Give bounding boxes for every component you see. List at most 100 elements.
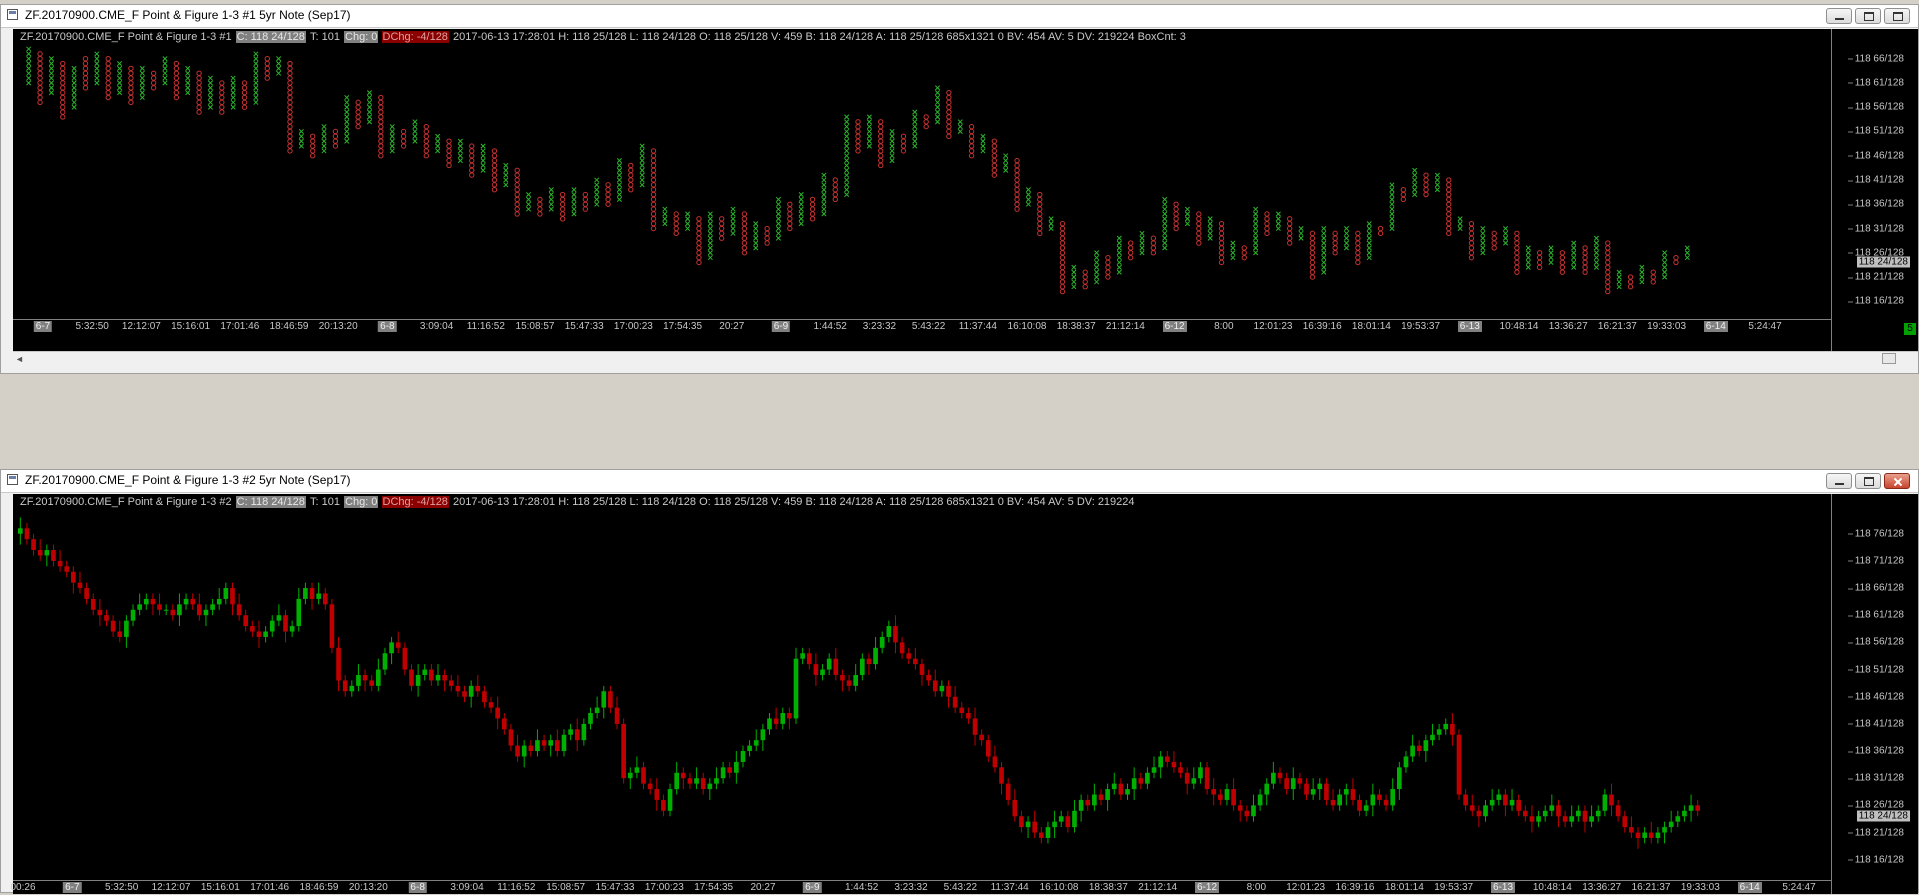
candle	[727, 761, 733, 779]
pnf-o-box	[37, 99, 43, 106]
pnf-x-box	[1321, 245, 1327, 251]
pnf-o-box	[1446, 220, 1452, 227]
pnf-x-box	[276, 61, 282, 67]
candle	[1642, 827, 1647, 844]
pnf-o-box	[241, 85, 248, 91]
maximize-button[interactable]	[1884, 8, 1910, 24]
pnf-o-box	[82, 85, 89, 91]
pnf-x-box	[548, 206, 554, 212]
pnf-o-column	[150, 70, 157, 91]
pnf-x-box	[1503, 225, 1509, 232]
pnf-o-box	[310, 148, 316, 154]
pnf-o-box	[491, 182, 498, 188]
chart-area[interactable]: ZF.20170900.CME_F Point & Figure 1-3 #2 …	[10, 494, 1918, 894]
pnf-o-box	[1264, 225, 1270, 232]
pnf-x-box	[253, 99, 259, 105]
time-tick-label: 5:43:22	[911, 321, 946, 332]
minimize-button[interactable]	[1826, 8, 1852, 24]
pnf-x-box	[412, 138, 418, 144]
candle	[1516, 794, 1521, 817]
pnf-o-box	[1150, 245, 1157, 251]
pnf-o-column	[1582, 245, 1588, 275]
pnf-o-box	[287, 123, 293, 130]
pnf-o-column	[196, 70, 202, 115]
time-tick-label: 5:24:47	[1748, 321, 1782, 332]
pnf-x-box	[866, 143, 872, 149]
pnf-o-box	[900, 143, 907, 149]
pnf-o-box	[1150, 235, 1157, 241]
pnf-o-box	[1014, 172, 1020, 178]
candle-body	[1191, 778, 1197, 784]
pnf-o-column	[514, 167, 520, 217]
candle-body	[946, 685, 951, 697]
pnf-o-box	[1355, 230, 1361, 237]
pnf-x-box	[207, 99, 213, 105]
pnf-o-box	[60, 89, 66, 96]
candle-body	[117, 631, 123, 637]
pnf-o-box	[219, 89, 225, 96]
pnf-x-box	[775, 201, 782, 207]
price-tick-label: 118 21/128	[1847, 827, 1904, 839]
candle-body	[1595, 810, 1601, 817]
horizontal-scrollbar[interactable]: ◄	[13, 351, 1918, 366]
price-axis[interactable]: 118 66/128 118 61/128 118 56/128 118 51/128…	[1831, 29, 1918, 351]
time-tick-label: 18:38:37	[1056, 321, 1096, 332]
candle	[1443, 718, 1449, 735]
candle	[1423, 734, 1429, 762]
pnf-o-box	[946, 133, 952, 140]
title-bar[interactable]: ZF.20170900.CME_F Point & Figure 1-3 #1 …	[1, 5, 1918, 28]
pnf-x-box	[866, 133, 872, 139]
pnf-x-box	[94, 56, 100, 62]
title-bar[interactable]: ZF.20170900.CME_F Point & Figure 1-3 #2 …	[1, 470, 1918, 493]
pnf-x-box	[707, 235, 713, 241]
pnf-x-box	[844, 162, 850, 168]
pnf-x-box	[480, 153, 486, 159]
candle	[143, 593, 149, 610]
candle-body	[1582, 810, 1588, 822]
chart-area[interactable]: ZF.20170900.CME_F Point & Figure 1-3 #1 …	[13, 29, 1918, 351]
candle-body	[1695, 805, 1701, 811]
maximize-button[interactable]	[1855, 473, 1881, 489]
scroll-left-arrow-icon[interactable]: ◄	[15, 354, 24, 364]
pnf-o-box	[741, 230, 748, 237]
pnf-o-box	[514, 187, 520, 193]
pnf-x-box	[230, 85, 236, 91]
pnf-x-box	[616, 192, 622, 198]
time-tick-label: 19:53:37	[1434, 882, 1474, 893]
candle-body	[157, 604, 162, 610]
price-axis[interactable]: 118 76/128 118 71/128 118 66/128 118 61/128…	[1831, 494, 1918, 894]
pnf-x-box	[366, 94, 373, 101]
pnf-x-box	[1321, 230, 1327, 236]
pnf-x-box	[1139, 240, 1145, 246]
time-tick-label: 16:39:16	[1302, 321, 1342, 332]
time-tick-label: 11:16:52	[466, 321, 505, 332]
date-marker: 6-13	[1457, 321, 1482, 332]
candle	[1310, 778, 1316, 800]
pnf-chart[interactable]	[13, 29, 1834, 319]
scroll-thumb[interactable]	[1882, 353, 1896, 364]
pnf-x-box	[412, 124, 418, 130]
candlestick-chart[interactable]	[13, 494, 1834, 880]
pnf-o-column	[605, 182, 611, 207]
pnf-o-column	[287, 60, 293, 154]
candle-body	[1416, 745, 1422, 752]
candle-body	[528, 745, 534, 752]
pnf-x-column	[1230, 240, 1236, 261]
time-axis[interactable]: 6-7 5:32:50 12:12:07 15:16:01 17:01:46 18:46:…	[13, 319, 1832, 334]
time-tick-label: 13:36:27	[1548, 321, 1588, 332]
pnf-o-box	[332, 138, 339, 144]
restore-button[interactable]	[1855, 8, 1881, 24]
close-button[interactable]	[1884, 473, 1910, 489]
pnf-o-box	[241, 99, 248, 106]
pnf-o-box	[1536, 250, 1543, 256]
pnf-o-box	[559, 216, 566, 222]
minimize-button[interactable]	[1826, 473, 1852, 489]
pnf-x-box	[1389, 221, 1395, 227]
candle	[442, 669, 447, 692]
pnf-o-box	[1355, 254, 1361, 261]
candle-body	[1330, 799, 1336, 806]
pnf-o-box	[855, 138, 861, 144]
pnf-o-box	[741, 225, 748, 232]
pnf-x-box	[934, 114, 941, 120]
pnf-o-box	[150, 70, 157, 76]
